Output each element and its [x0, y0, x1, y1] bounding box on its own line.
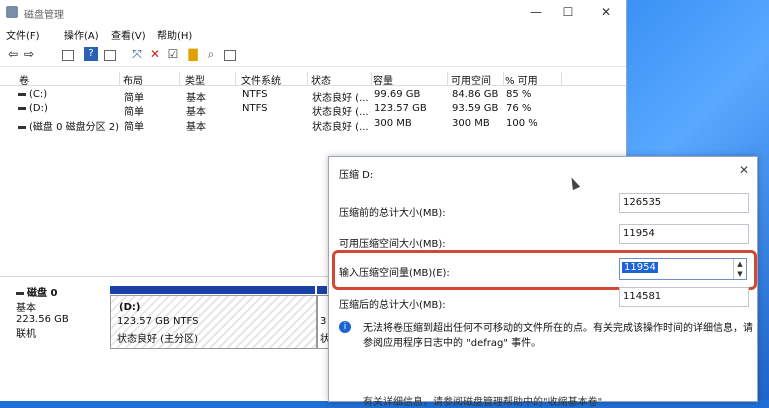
partition-size: 123.57 GB NTFS	[117, 316, 199, 327]
folder-icon[interactable]: ▇	[186, 47, 200, 61]
menu-file[interactable]: 文件(F)	[6, 27, 40, 42]
minimize-button[interactable]: —	[524, 4, 548, 20]
drive-icon	[18, 125, 26, 129]
col-layout[interactable]: 布局	[120, 72, 180, 87]
close-button[interactable]: ✕	[594, 4, 618, 20]
col-type[interactable]: 类型	[182, 72, 236, 87]
col-percent-free[interactable]: % 可用	[502, 72, 562, 87]
col-filesystem[interactable]: 文件系统	[238, 72, 308, 87]
volume-row[interactable]: (D:) 简单 基本 NTFS 状态良好 (... 123.57 GB 93.5…	[0, 102, 626, 118]
disk-size: 223.56 GB	[16, 314, 69, 325]
available-label: 可用压缩空间大小(MB):	[339, 239, 446, 250]
disk-info: 磁盘 0 基本 223.56 GB 联机	[16, 284, 69, 340]
help-icon[interactable]: ?	[84, 47, 98, 61]
menu-view[interactable]: 查看(V)	[111, 27, 146, 42]
volume-row[interactable]: (磁盘 0 磁盘分区 2) 简单 基本 状态良好 (... 300 MB 300…	[0, 117, 626, 133]
help-link-text[interactable]: 有关详细信息，请参阅磁盘管理帮助中的"收缩基本卷"	[363, 393, 602, 408]
col-status[interactable]: 状态	[308, 72, 372, 87]
stepper-buttons: ▲ ▼	[733, 259, 746, 279]
disk-icon	[16, 291, 24, 295]
grid-icon[interactable]	[62, 50, 74, 61]
delete-icon[interactable]: ✕	[148, 47, 162, 61]
total-before-field: 126535	[619, 193, 749, 213]
search-icon[interactable]: ⌕	[204, 47, 218, 61]
input-label: 输入压缩空间量(MB)(E):	[339, 268, 450, 279]
total-after-field: 114581	[619, 287, 749, 307]
disk-name: 磁盘 0	[27, 288, 58, 299]
disk-management-icon	[6, 6, 18, 18]
available-field: 11954	[619, 224, 749, 244]
col-capacity[interactable]: 容量	[370, 72, 448, 87]
menu-help[interactable]: 帮助(H)	[157, 27, 192, 42]
total-after-label: 压缩后的总计大小(MB):	[339, 300, 446, 311]
partition-status: 状态良好 (主分区)	[117, 334, 198, 345]
menu-bar: 文件(F) 操作(A) 查看(V) 帮助(H)	[0, 24, 626, 42]
shrink-amount-stepper[interactable]: 11954 ▲ ▼	[619, 258, 747, 280]
stepper-up-icon[interactable]: ▲	[734, 259, 746, 269]
drive-icon	[18, 106, 26, 110]
partition-header-bar	[317, 286, 327, 294]
maximize-button[interactable]: ☐	[556, 4, 580, 20]
shrink-dialog: 压缩 D: ✕ 压缩前的总计大小(MB): 126535 可用压缩空间大小(MB…	[328, 156, 758, 408]
dialog-title: 压缩 D:	[339, 170, 374, 181]
partition-d[interactable]: (D:) 123.57 GB NTFS 状态良好 (主分区)	[110, 295, 317, 349]
volume-row[interactable]: (C:) 简单 基本 NTFS 状态良好 (... 99.69 GB 84.86…	[0, 88, 626, 104]
dialog-close-icon[interactable]: ✕	[739, 163, 749, 177]
connect-icon[interactable]: ⤧	[130, 47, 144, 61]
partition-name: (D:)	[119, 302, 141, 313]
forward-arrow-icon[interactable]: ⇨	[22, 47, 36, 61]
properties-icon[interactable]: ☑	[166, 47, 180, 61]
disk-status: 联机	[16, 329, 36, 340]
col-volume[interactable]: 卷	[16, 72, 120, 87]
disk-type: 基本	[16, 303, 36, 314]
col-free-space[interactable]: 可用空间	[448, 72, 504, 87]
volume-list-header: 卷 布局 类型 文件系统 状态 容量 可用空间 % 可用	[0, 71, 626, 87]
total-before-label: 压缩前的总计大小(MB):	[339, 208, 446, 219]
toolbar: ⇦ ⇨ ? ⤧ ✕ ☑ ▇ ⌕	[0, 44, 626, 67]
info-icon: i	[339, 321, 351, 333]
info-text: 无法将卷压缩到超出任何不可移动的文件所在的点。有关完成该操作时间的详细信息，请参…	[363, 323, 753, 349]
title-bar: 磁盘管理 — ☐ ✕	[0, 0, 626, 24]
partition-other-label: 3	[320, 316, 327, 327]
back-arrow-icon[interactable]: ⇦	[6, 47, 20, 61]
stepper-down-icon[interactable]: ▼	[734, 269, 746, 279]
window-title: 磁盘管理	[24, 10, 64, 21]
shrink-amount-value[interactable]: 11954	[622, 262, 658, 273]
menu-action[interactable]: 操作(A)	[64, 27, 99, 42]
partition-header-bar	[110, 286, 315, 294]
view-icon[interactable]	[104, 50, 116, 61]
list-icon[interactable]	[224, 50, 236, 61]
drive-icon	[18, 92, 26, 96]
mouse-cursor-icon	[567, 175, 581, 191]
